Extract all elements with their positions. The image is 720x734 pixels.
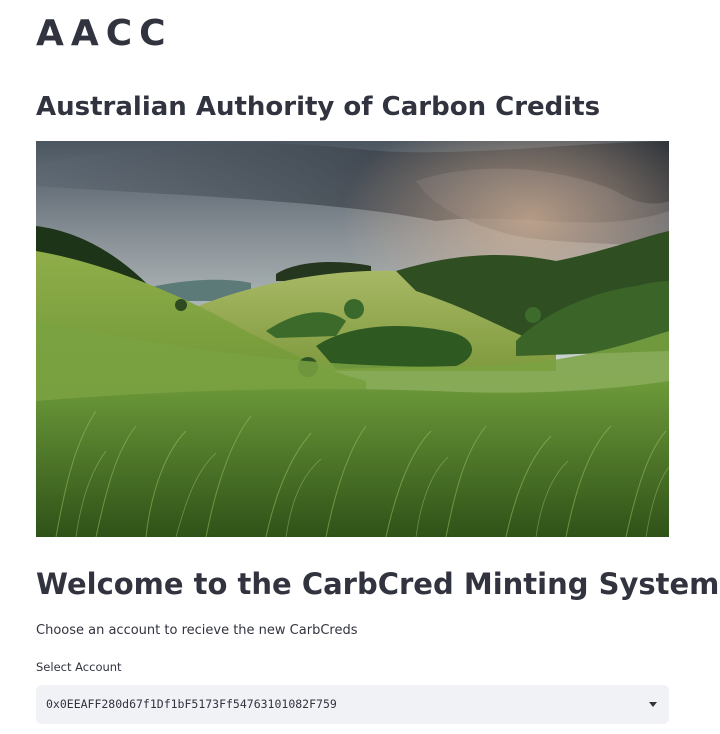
app-title: AACC — [36, 13, 173, 54]
select-account-label: Select Account — [36, 660, 122, 674]
chevron-down-icon — [649, 702, 657, 707]
instructions-text: Choose an account to recieve the new Car… — [36, 623, 358, 638]
organization-heading: Australian Authority of Carbon Credits — [36, 92, 601, 122]
landscape-image — [36, 141, 669, 537]
welcome-heading: Welcome to the CarbCred Minting System — [36, 567, 720, 601]
account-select[interactable]: 0x0EEAFF280d67f1Df1bF5173Ff54763101082F7… — [36, 685, 669, 724]
selected-account-value: 0x0EEAFF280d67f1Df1bF5173Ff54763101082F7… — [46, 697, 337, 711]
